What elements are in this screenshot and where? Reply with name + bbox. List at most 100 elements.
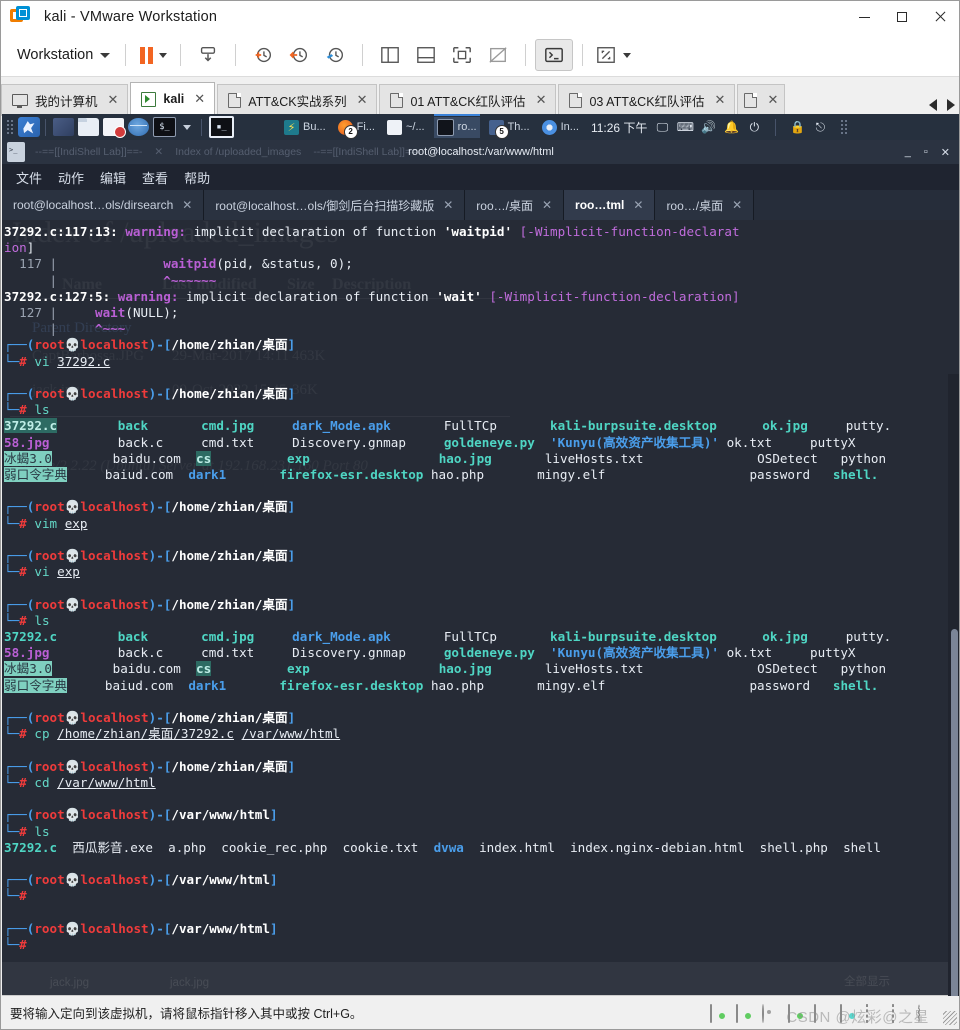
- pause-vm-button[interactable]: [135, 40, 171, 70]
- window-resize-grip[interactable]: [943, 1011, 957, 1025]
- minimize-button[interactable]: [845, 1, 883, 33]
- scroll-tabs-left-icon[interactable]: [929, 99, 937, 111]
- taskbar-item-thunar[interactable]: 5 Th...: [486, 118, 533, 139]
- taskbar-item-burpsuite[interactable]: ⚡ Bu...: [281, 118, 329, 137]
- vm-tab-attck-03[interactable]: 03 ATT&CK红队评估 ✕: [558, 84, 736, 115]
- toolbar-divider: [362, 44, 364, 66]
- maximize-button[interactable]: [883, 1, 921, 33]
- logout-icon[interactable]: ⎋: [813, 120, 827, 134]
- vm-tab-my-computer[interactable]: 我的计算机 ✕: [1, 84, 129, 115]
- display-icon[interactable]: 🖵: [655, 120, 669, 134]
- grip-icon[interactable]: [840, 119, 850, 135]
- taskbar-item-doc[interactable]: ~/...: [384, 118, 428, 137]
- menu-actions[interactable]: 动作: [58, 168, 84, 187]
- terminal-tab-html[interactable]: roo…tml ✕: [564, 190, 656, 220]
- terminal-output-area[interactable]: Index of /uploaded_images Name Last modi…: [2, 220, 959, 996]
- workstation-menu-label: Workstation: [17, 47, 94, 63]
- power-icon[interactable]: ⏻: [747, 120, 761, 134]
- manage-snapshots-button[interactable]: [190, 40, 226, 70]
- close-icon[interactable]: ✕: [767, 92, 778, 108]
- close-icon[interactable]: ✕: [542, 198, 552, 212]
- terminal-tab-desktop-2[interactable]: roo…/桌面 ✕: [655, 190, 755, 220]
- terminal-minimize-button[interactable]: _: [905, 146, 911, 158]
- close-icon[interactable]: ✕: [732, 198, 742, 212]
- hide-console-button[interactable]: [480, 40, 516, 70]
- chrome-icon: [541, 119, 557, 135]
- revert-snapshot-button[interactable]: [281, 40, 317, 70]
- take-snapshot-button[interactable]: [245, 40, 281, 70]
- browser-icon[interactable]: [128, 118, 149, 136]
- menu-edit[interactable]: 编辑: [100, 168, 126, 187]
- window-title: kali - VMware Workstation: [44, 9, 218, 25]
- panel-grip-icon[interactable]: [6, 119, 15, 135]
- hard-disk-icon[interactable]: [710, 1004, 726, 1023]
- close-icon[interactable]: ✕: [536, 92, 547, 108]
- terminal-tab-label: roo…tml: [575, 198, 625, 212]
- background-browser-tab-close-icon: ✕: [154, 146, 164, 158]
- vm-tab-extra[interactable]: ✕: [737, 84, 786, 115]
- doc-icon[interactable]: [103, 118, 126, 138]
- files-icon[interactable]: [78, 118, 99, 136]
- folder-doc-icon: [228, 92, 242, 108]
- kali-menu-icon[interactable]: [18, 117, 40, 137]
- taskbar-item-firefox[interactable]: 2 Fi...: [335, 118, 378, 139]
- terminal-maximize-button[interactable]: ▫: [924, 146, 928, 158]
- snapshot-manager-button[interactable]: [317, 40, 353, 70]
- vmware-workstation-window: kali - VMware Workstation Workstation 我的…: [0, 0, 960, 1030]
- taskbar-item-chrome[interactable]: In...: [539, 118, 582, 137]
- terminal-menubar: 文件 动作 编辑 查看 帮助: [2, 164, 959, 190]
- workstation-menu-button[interactable]: Workstation: [11, 43, 116, 67]
- doc-icon: [386, 119, 402, 135]
- vm-tab-label: 我的计算机: [35, 94, 98, 109]
- folder-doc-icon: [569, 92, 583, 108]
- terminal-scrollbar-thumb[interactable]: [951, 629, 958, 996]
- show-thumbnail-bar-button[interactable]: [408, 40, 444, 70]
- vm-tab-attck-series[interactable]: ATT&CK实战系列 ✕: [217, 84, 378, 115]
- close-icon[interactable]: ✕: [357, 92, 368, 108]
- show-library-button[interactable]: [372, 40, 408, 70]
- keyboard-icon[interactable]: ⌨: [677, 120, 694, 134]
- close-icon[interactable]: ✕: [194, 91, 205, 107]
- terminal-active-icon[interactable]: ▪_: [209, 116, 234, 138]
- enter-fullscreen-button[interactable]: [592, 40, 634, 70]
- chevron-down-icon: [623, 52, 632, 58]
- terminal-close-button[interactable]: ✕: [941, 146, 950, 159]
- send-ctrl-alt-del-button[interactable]: [535, 39, 574, 71]
- workspace-switcher-icon[interactable]: [53, 118, 74, 136]
- close-button[interactable]: [921, 1, 959, 33]
- terminal-tab-label: roo…/桌面: [666, 198, 724, 213]
- terminal-tab-yujian[interactable]: root@localhost…ols/御剑后台扫描珍藏版 ✕: [204, 190, 466, 220]
- terminal-tab-desktop-1[interactable]: roo…/桌面 ✕: [465, 190, 565, 220]
- toolbar-divider: [125, 44, 127, 66]
- menu-file[interactable]: 文件: [16, 168, 42, 187]
- terminal-tab-dirsearch[interactable]: root@localhost…ols/dirsearch ✕: [2, 190, 205, 220]
- close-icon[interactable]: ✕: [182, 198, 192, 212]
- close-icon[interactable]: ✕: [633, 198, 643, 212]
- close-icon[interactable]: ✕: [715, 92, 726, 108]
- tab-scroll-controls: [929, 99, 955, 111]
- taskbar-item-terminal[interactable]: ro...: [433, 114, 480, 138]
- taskbar-item-label: Th...: [507, 121, 530, 133]
- scroll-tabs-right-icon[interactable]: [947, 99, 955, 111]
- menu-view[interactable]: 查看: [142, 168, 168, 187]
- clock[interactable]: 11:26 下午: [591, 119, 647, 136]
- terminal-window: --==[[IndiShell Lab]]==- ✕ Index of /upl…: [2, 140, 959, 996]
- lock-icon[interactable]: 🔒: [790, 120, 805, 134]
- vm-tab-attck-01[interactable]: 01 ATT&CK红队评估 ✕: [379, 84, 557, 115]
- terminal-icon[interactable]: $_: [153, 117, 176, 137]
- chevron-down-icon[interactable]: [183, 124, 191, 130]
- vmware-toolbar: Workstation: [1, 34, 959, 77]
- menu-help[interactable]: 帮助: [184, 168, 210, 187]
- cdrom-icon[interactable]: [762, 1004, 778, 1023]
- volume-icon[interactable]: 🔊: [701, 120, 716, 134]
- snapshot-manage-icon: [201, 46, 216, 62]
- console-view-button[interactable]: [444, 40, 480, 70]
- hard-disk-icon[interactable]: [736, 1004, 752, 1023]
- bell-icon[interactable]: 🔔: [724, 120, 739, 134]
- firefox-icon: 2: [337, 119, 358, 139]
- toolbar-divider: [235, 44, 237, 66]
- close-icon[interactable]: ✕: [443, 198, 453, 212]
- close-icon[interactable]: ✕: [108, 92, 119, 108]
- guest-os-screen[interactable]: $_ ▪_ ⚡ Bu... 2 Fi... ~/... ro... 5 Th..…: [2, 114, 959, 996]
- vm-tab-kali[interactable]: kali ✕: [130, 82, 216, 115]
